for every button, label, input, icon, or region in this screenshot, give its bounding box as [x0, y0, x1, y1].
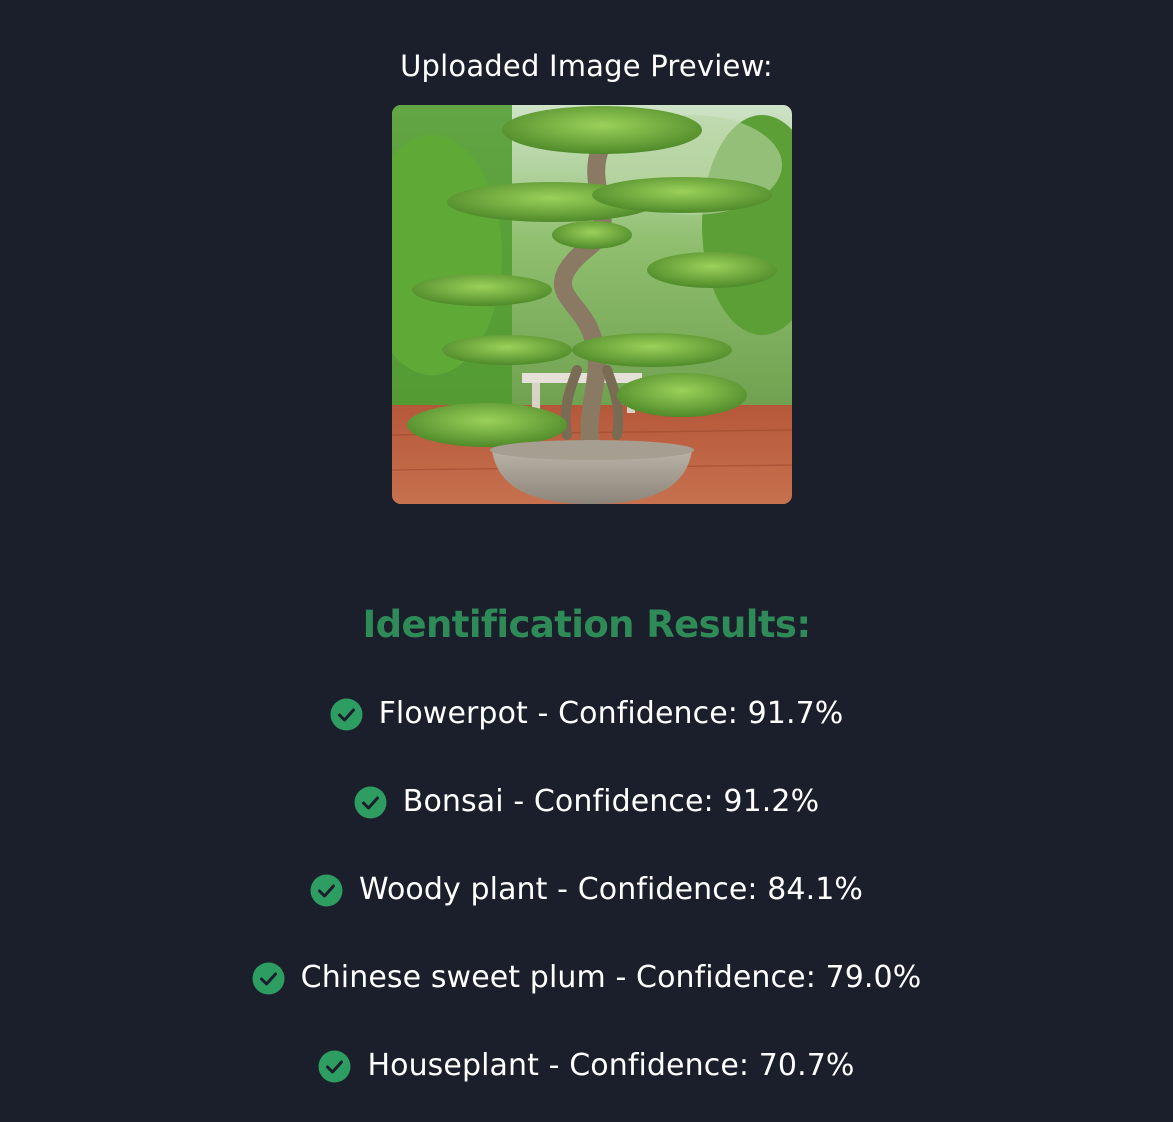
check-circle-icon: [354, 786, 387, 819]
check-circle-icon: [318, 1050, 351, 1083]
result-item: Bonsai - Confidence: 91.2%: [0, 774, 1173, 862]
check-circle-icon: [330, 698, 363, 731]
result-item: Chinese sweet plum - Confidence: 79.0%: [0, 950, 1173, 1038]
bonsai-image: [392, 105, 792, 504]
results-list: Flowerpot - Confidence: 91.7% Bonsai - C…: [0, 686, 1173, 1122]
result-text: Houseplant - Confidence: 70.7%: [367, 1048, 855, 1083]
result-text: Chinese sweet plum - Confidence: 79.0%: [300, 960, 922, 995]
result-text: Bonsai - Confidence: 91.2%: [402, 784, 820, 819]
result-text: Woody plant - Confidence: 84.1%: [358, 872, 864, 907]
check-circle-icon: [310, 874, 343, 907]
uploaded-image-preview: [392, 105, 792, 504]
result-item: Woody plant - Confidence: 84.1%: [0, 862, 1173, 950]
result-text: Flowerpot - Confidence: 91.7%: [378, 696, 844, 731]
check-circle-icon: [252, 962, 285, 995]
result-item: Houseplant - Confidence: 70.7%: [0, 1038, 1173, 1122]
result-item: Flowerpot - Confidence: 91.7%: [0, 686, 1173, 774]
preview-label: Uploaded Image Preview:: [400, 49, 773, 83]
results-heading: Identification Results:: [362, 603, 811, 646]
